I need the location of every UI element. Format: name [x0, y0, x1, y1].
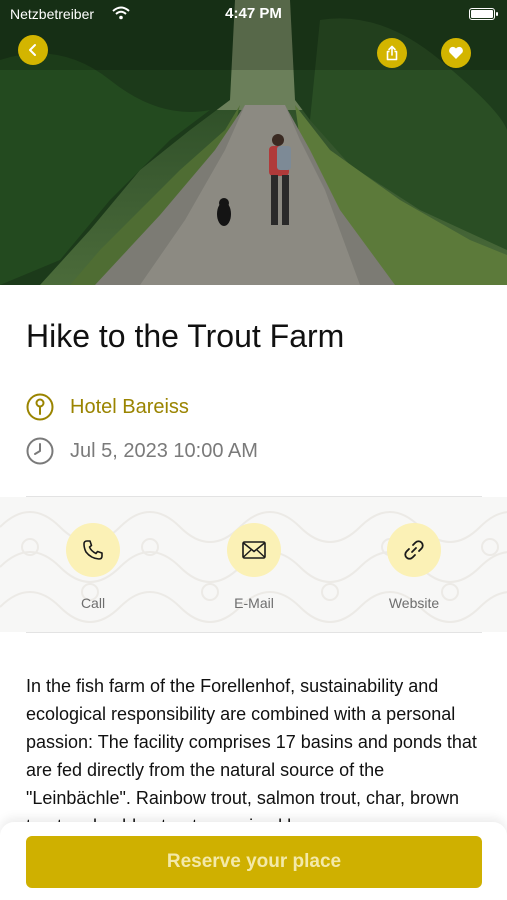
- call-button[interactable]: Call: [38, 523, 148, 611]
- hero-photo-illustration: [0, 0, 507, 285]
- event-location-row[interactable]: Hotel Bareiss: [26, 392, 189, 422]
- call-label: Call: [80, 595, 106, 611]
- email-icon-circle[interactable]: [227, 523, 281, 577]
- email-button[interactable]: E-Mail: [199, 523, 309, 611]
- favorite-button[interactable]: [441, 38, 471, 68]
- hero-image: [0, 0, 507, 285]
- call-icon-circle[interactable]: [66, 523, 120, 577]
- event-date-row: Jul 5, 2023 10:00 AM: [26, 436, 258, 466]
- envelope-icon: [242, 541, 266, 559]
- back-button[interactable]: [18, 35, 48, 65]
- event-title: Hike to the Trout Farm: [26, 318, 345, 354]
- website-button[interactable]: Website: [359, 523, 469, 611]
- event-description: In the fish farm of the Forellenhof, sus…: [26, 676, 477, 836]
- phone-icon: [83, 540, 103, 560]
- share-button[interactable]: [377, 38, 407, 68]
- status-bar: Netzbetreiber 4:47 PM: [0, 0, 507, 28]
- event-datetime: Jul 5, 2023 10:00 AM: [70, 439, 258, 462]
- status-time: 4:47 PM: [225, 5, 282, 22]
- chevron-left-icon: [29, 44, 36, 56]
- website-icon-circle[interactable]: [387, 523, 441, 577]
- website-label: Website: [388, 595, 440, 611]
- contact-actions: Call E-Mail Website: [0, 497, 507, 632]
- heart-icon: [449, 46, 463, 59]
- battery-icon: [469, 8, 498, 20]
- event-location[interactable]: Hotel Bareiss: [70, 396, 189, 419]
- share-icon: [386, 45, 398, 61]
- reserve-button[interactable]: Reserve your place: [26, 836, 482, 888]
- divider: [26, 632, 482, 633]
- location-pin-icon: [26, 393, 54, 421]
- email-label: E-Mail: [234, 595, 274, 611]
- clock-icon: [26, 437, 54, 465]
- link-icon: [404, 540, 424, 560]
